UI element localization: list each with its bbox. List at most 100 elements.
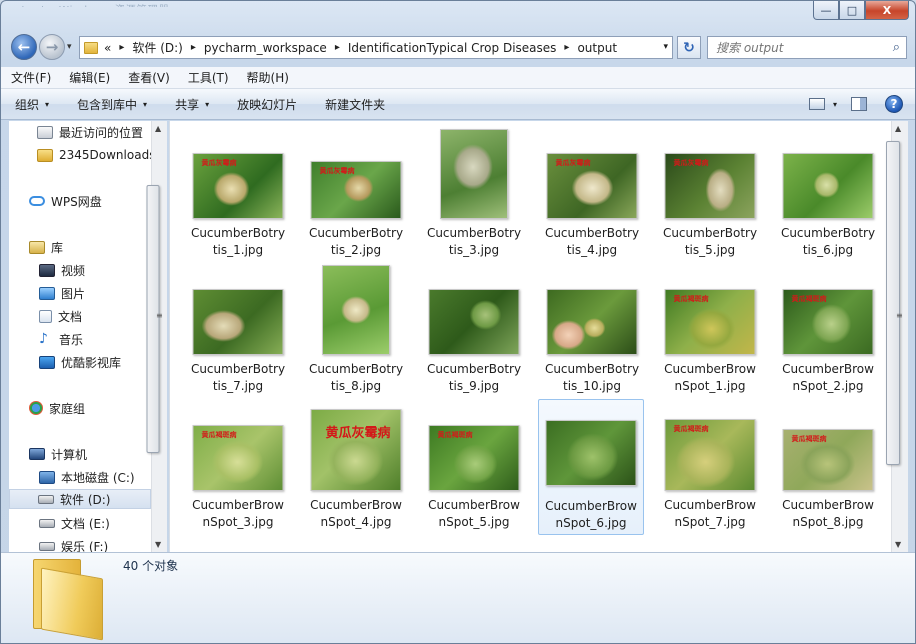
file-item[interactable]: 黄瓜灰霉病 CucumberBotrytis_2.jpg bbox=[304, 131, 408, 265]
file-item[interactable]: 黄瓜褐斑病 CucumberBrownSpot_1.jpg bbox=[658, 267, 762, 401]
sidebar-item-libraries[interactable]: 库 bbox=[29, 237, 63, 257]
drive-icon bbox=[38, 494, 54, 504]
scroll-up-arrow-icon[interactable]: ▲ bbox=[155, 124, 161, 133]
image-thumbnail: 黄瓜灰霉病 bbox=[310, 161, 402, 219]
file-name: CucumberBotrytis_7.jpg bbox=[190, 362, 286, 393]
sidebar-item-drive-c[interactable]: 本地磁盘 (C:) bbox=[39, 467, 135, 487]
sidebar-item-label: WPS网盘 bbox=[51, 194, 102, 209]
image-thumbnail: 黄瓜褐斑病 bbox=[664, 419, 756, 491]
sidebar-item-videos[interactable]: 视频 bbox=[39, 260, 85, 280]
file-item-selected[interactable]: CucumberBrownSpot_6.jpg bbox=[538, 399, 644, 535]
file-item[interactable]: 黄瓜灰霉病 CucumberBotrytis_4.jpg bbox=[540, 131, 644, 265]
file-item[interactable]: CucumberBotrytis_8.jpg bbox=[304, 265, 408, 401]
file-item[interactable]: 黄瓜褐斑病 CucumberBrownSpot_8.jpg bbox=[776, 403, 880, 537]
file-item[interactable]: 黄瓜灰霉病 CucumberBotrytis_1.jpg bbox=[186, 131, 290, 265]
address-row: ← → ▾ « ▸ 软件 (D:) ▸ pycharm_workspace ▸ … bbox=[1, 31, 915, 63]
sidebar-item-drive-f[interactable]: 娱乐 (F:) bbox=[39, 536, 108, 552]
sidebar-item-documents[interactable]: 文档 bbox=[39, 306, 82, 326]
breadcrumb-segment[interactable]: IdentificationTypical Crop Diseases bbox=[348, 41, 557, 55]
change-view-icon[interactable] bbox=[808, 98, 825, 110]
file-item[interactable]: CucumberBotrytis_9.jpg bbox=[422, 267, 526, 401]
sidebar-item-drive-d[interactable]: 软件 (D:) bbox=[9, 489, 151, 509]
sidebar-item-recent-places[interactable]: 最近访问的位置 bbox=[37, 122, 143, 142]
back-button[interactable]: ← bbox=[11, 34, 37, 60]
navigation-scrollbar[interactable]: ▲ ≡ ▼ bbox=[146, 121, 167, 552]
thumbnail-caption: 黄瓜灰霉病 bbox=[201, 159, 237, 167]
share-button[interactable]: 共享 ▾ bbox=[175, 96, 209, 113]
address-bar[interactable]: « ▸ 软件 (D:) ▸ pycharm_workspace ▸ Identi… bbox=[79, 36, 673, 59]
menu-edit[interactable]: 编辑(E) bbox=[69, 69, 110, 86]
menu-view[interactable]: 查看(V) bbox=[128, 69, 170, 86]
file-name: CucumberBotrytis_2.jpg bbox=[308, 226, 404, 257]
address-dropdown-icon[interactable]: ▾ bbox=[663, 42, 668, 52]
sidebar-item-youku[interactable]: 优酷影视库 bbox=[39, 352, 121, 372]
thumbnail-caption: 黄瓜灰霉病 bbox=[673, 159, 709, 167]
scroll-up-arrow-icon[interactable]: ▲ bbox=[895, 124, 901, 133]
search-icon[interactable]: ⌕ bbox=[893, 40, 900, 55]
file-list-scrollbar[interactable]: ▲ ≡ ▼ bbox=[886, 121, 908, 552]
file-item[interactable]: 黄瓜灰霉病 CucumberBotrytis_5.jpg bbox=[658, 131, 762, 265]
sidebar-item-music[interactable]: ♪ 音乐 bbox=[39, 329, 83, 349]
chevron-down-icon[interactable]: ▾ bbox=[833, 100, 837, 109]
file-item[interactable]: CucumberBotrytis_3.jpg bbox=[422, 129, 526, 265]
breadcrumb-overflow-button[interactable]: « bbox=[104, 41, 111, 55]
image-thumbnail: 黄瓜褐斑病 bbox=[782, 289, 874, 355]
new-folder-button[interactable]: 新建文件夹 bbox=[325, 96, 385, 113]
history-dropdown-icon[interactable]: ▾ bbox=[67, 42, 72, 52]
folder-icon bbox=[31, 559, 103, 641]
forward-button[interactable]: → bbox=[39, 34, 65, 60]
image-thumbnail: 黄瓜灰霉病 bbox=[192, 153, 284, 219]
help-icon[interactable]: ? bbox=[885, 95, 903, 113]
organize-button[interactable]: 组织 ▾ bbox=[15, 96, 49, 113]
sidebar-item-wps-cloud[interactable]: WPS网盘 bbox=[29, 191, 102, 211]
file-item[interactable]: 黄瓜褐斑病 CucumberBrownSpot_3.jpg bbox=[186, 403, 290, 537]
sidebar-item-computer[interactable]: 计算机 bbox=[29, 444, 87, 464]
close-button[interactable]: X bbox=[865, 1, 909, 20]
system-drive-icon bbox=[39, 470, 55, 484]
window-controls: — □ X bbox=[813, 1, 909, 20]
file-item[interactable]: CucumberBotrytis_6.jpg bbox=[776, 131, 880, 265]
chevron-right-icon[interactable]: ▸ bbox=[335, 42, 340, 53]
breadcrumb-segment[interactable]: pycharm_workspace bbox=[204, 41, 327, 55]
chevron-right-icon[interactable]: ▸ bbox=[564, 42, 569, 53]
menu-help[interactable]: 帮助(H) bbox=[247, 69, 289, 86]
sidebar-item-homegroup[interactable]: 家庭组 bbox=[29, 398, 85, 418]
file-name: CucumberBotrytis_9.jpg bbox=[426, 362, 522, 393]
include-in-library-label: 包含到库中 bbox=[77, 97, 138, 112]
sidebar-item-pictures[interactable]: 图片 bbox=[39, 283, 85, 303]
include-in-library-button[interactable]: 包含到库中 ▾ bbox=[77, 96, 147, 113]
file-name: CucumberBrownSpot_7.jpg bbox=[664, 498, 756, 529]
image-thumbnail: 黄瓜灰霉病 bbox=[310, 409, 402, 491]
file-list: 黄瓜灰霉病 CucumberBotrytis_1.jpg 黄瓜灰霉病 Cucum… bbox=[169, 121, 891, 552]
scroll-down-arrow-icon[interactable]: ▼ bbox=[895, 540, 901, 549]
sidebar-item-drive-e[interactable]: 文档 (E:) bbox=[39, 513, 110, 533]
preview-pane-icon[interactable] bbox=[851, 97, 867, 111]
file-item[interactable]: 黄瓜灰霉病 CucumberBrownSpot_4.jpg bbox=[304, 403, 408, 537]
file-item[interactable]: CucumberBotrytis_10.jpg bbox=[540, 267, 644, 401]
breadcrumb-segment[interactable]: 软件 (D:) bbox=[132, 39, 182, 56]
chevron-right-icon[interactable]: ▸ bbox=[191, 42, 196, 53]
menu-file[interactable]: 文件(F) bbox=[11, 69, 51, 86]
file-name: CucumberBotrytis_5.jpg bbox=[662, 226, 758, 257]
document-icon bbox=[39, 309, 52, 323]
menu-tools[interactable]: 工具(T) bbox=[188, 69, 229, 86]
refresh-button[interactable]: ↻ bbox=[677, 36, 701, 59]
search-input[interactable] bbox=[716, 40, 876, 55]
file-item[interactable]: 黄瓜褐斑病 CucumberBrownSpot_5.jpg bbox=[422, 403, 526, 537]
chevron-down-icon: ▾ bbox=[45, 99, 50, 109]
file-item[interactable]: CucumberBotrytis_7.jpg bbox=[186, 267, 290, 401]
scrollbar-thumb[interactable] bbox=[886, 141, 900, 465]
search-box[interactable]: ⌕ bbox=[707, 36, 907, 59]
chevron-down-icon: ▾ bbox=[205, 99, 210, 109]
thumbnail-caption: 黄瓜褐斑病 bbox=[437, 431, 473, 439]
minimize-button[interactable]: — bbox=[813, 1, 839, 20]
slideshow-button[interactable]: 放映幻灯片 bbox=[237, 96, 297, 113]
file-item[interactable]: 黄瓜褐斑病 CucumberBrownSpot_7.jpg bbox=[658, 403, 762, 537]
sidebar-item-2345downloads[interactable]: 2345Downloads bbox=[37, 145, 155, 165]
breadcrumb-segment[interactable]: output bbox=[577, 41, 617, 55]
file-item[interactable]: 黄瓜褐斑病 CucumberBrownSpot_2.jpg bbox=[776, 267, 880, 401]
maximize-button[interactable]: □ bbox=[839, 1, 865, 20]
file-name: CucumberBotrytis_1.jpg bbox=[190, 226, 286, 257]
scroll-down-arrow-icon[interactable]: ▼ bbox=[155, 540, 161, 549]
chevron-right-icon[interactable]: ▸ bbox=[119, 42, 124, 53]
